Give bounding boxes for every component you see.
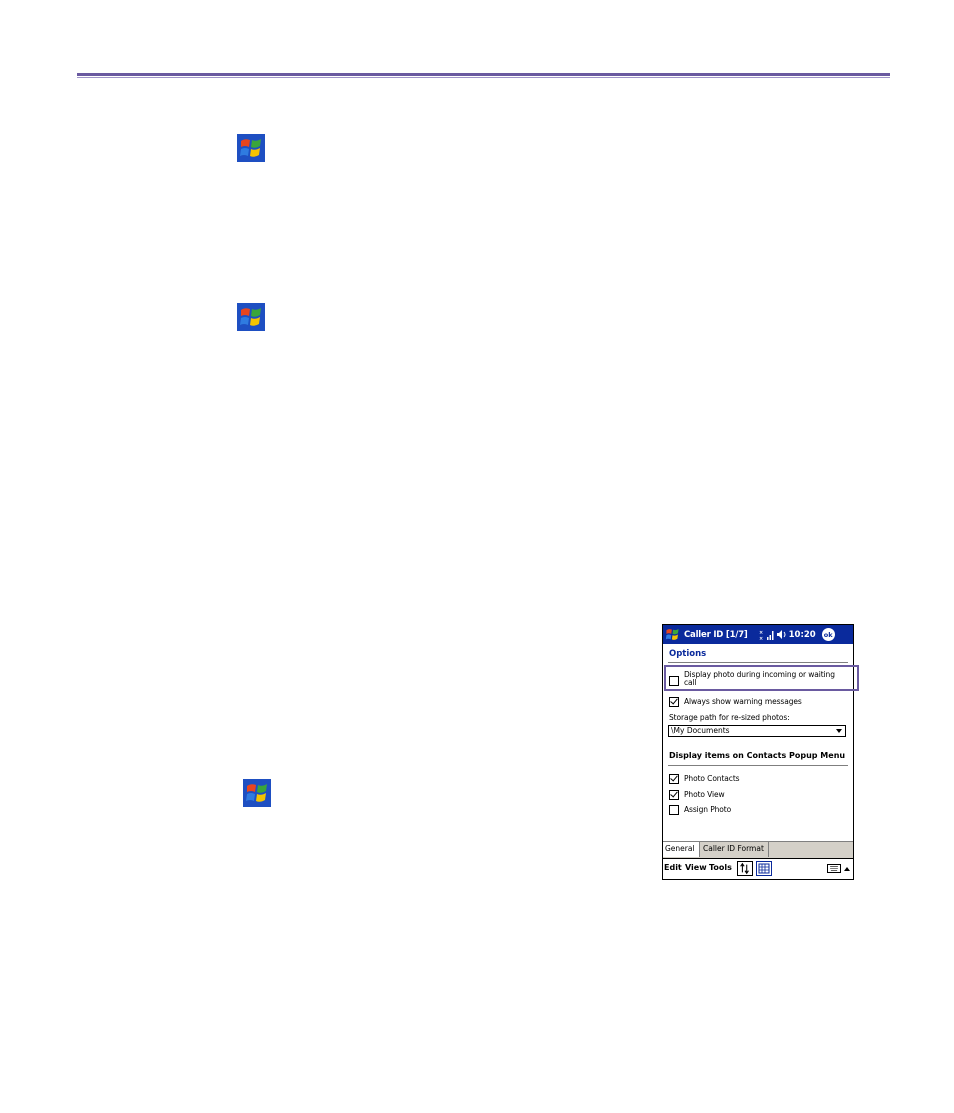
divider <box>668 765 848 766</box>
chevron-down-icon <box>836 729 842 733</box>
app-title: Caller ID [1/7] <box>684 629 748 640</box>
chevron-up-icon[interactable] <box>844 867 850 871</box>
signal-icon: × × <box>759 629 775 642</box>
calendar-grid-icon[interactable] <box>756 861 772 876</box>
caller-id-options-screenshot: Caller ID [1/7] × × 10:20 ok Options Dis… <box>662 624 854 880</box>
assign-photo-label: Assign Photo <box>684 805 732 814</box>
photo-view-label: Photo View <box>684 790 725 799</box>
menu-view[interactable]: View <box>685 863 707 872</box>
ok-button[interactable]: ok <box>821 628 835 641</box>
header-rule <box>77 73 890 76</box>
volume-icon[interactable] <box>776 629 787 640</box>
header-rule-thin <box>77 77 890 78</box>
photo-view-checkbox[interactable] <box>669 790 679 800</box>
windows-start-icon <box>237 134 265 162</box>
clock[interactable]: 10:20 <box>789 630 816 640</box>
storage-path-value: \My Documents <box>671 726 730 735</box>
options-heading: Options <box>669 649 707 659</box>
tab-general[interactable]: General <box>663 842 700 857</box>
storage-path-label: Storage path for re-sized photos: <box>669 713 790 722</box>
sync-arrows-icon[interactable] <box>737 861 753 876</box>
title-bar: Caller ID [1/7] × × 10:20 ok <box>663 625 853 644</box>
windows-start-icon <box>237 303 265 331</box>
photo-contacts-label: Photo Contacts <box>684 774 740 783</box>
assign-photo-checkbox[interactable] <box>669 805 679 815</box>
menu-bar: Edit View Tools <box>663 858 853 879</box>
divider <box>668 662 848 663</box>
storage-path-select[interactable]: \My Documents <box>668 725 846 737</box>
warning-messages-label: Always show warning messages <box>684 697 802 706</box>
menu-edit[interactable]: Edit <box>664 863 682 872</box>
tab-bar: General Caller ID Format <box>663 841 853 858</box>
highlight-box <box>664 665 859 691</box>
windows-start-icon[interactable] <box>664 626 681 643</box>
tab-caller-id-format[interactable]: Caller ID Format <box>701 842 769 857</box>
keyboard-icon[interactable] <box>827 864 841 873</box>
windows-start-icon <box>243 779 271 807</box>
popup-menu-heading: Display items on Contacts Popup Menu <box>669 751 846 760</box>
warning-messages-checkbox[interactable] <box>669 697 679 707</box>
svg-text:×: × <box>759 636 763 641</box>
menu-tools[interactable]: Tools <box>709 863 732 872</box>
photo-contacts-checkbox[interactable] <box>669 774 679 784</box>
